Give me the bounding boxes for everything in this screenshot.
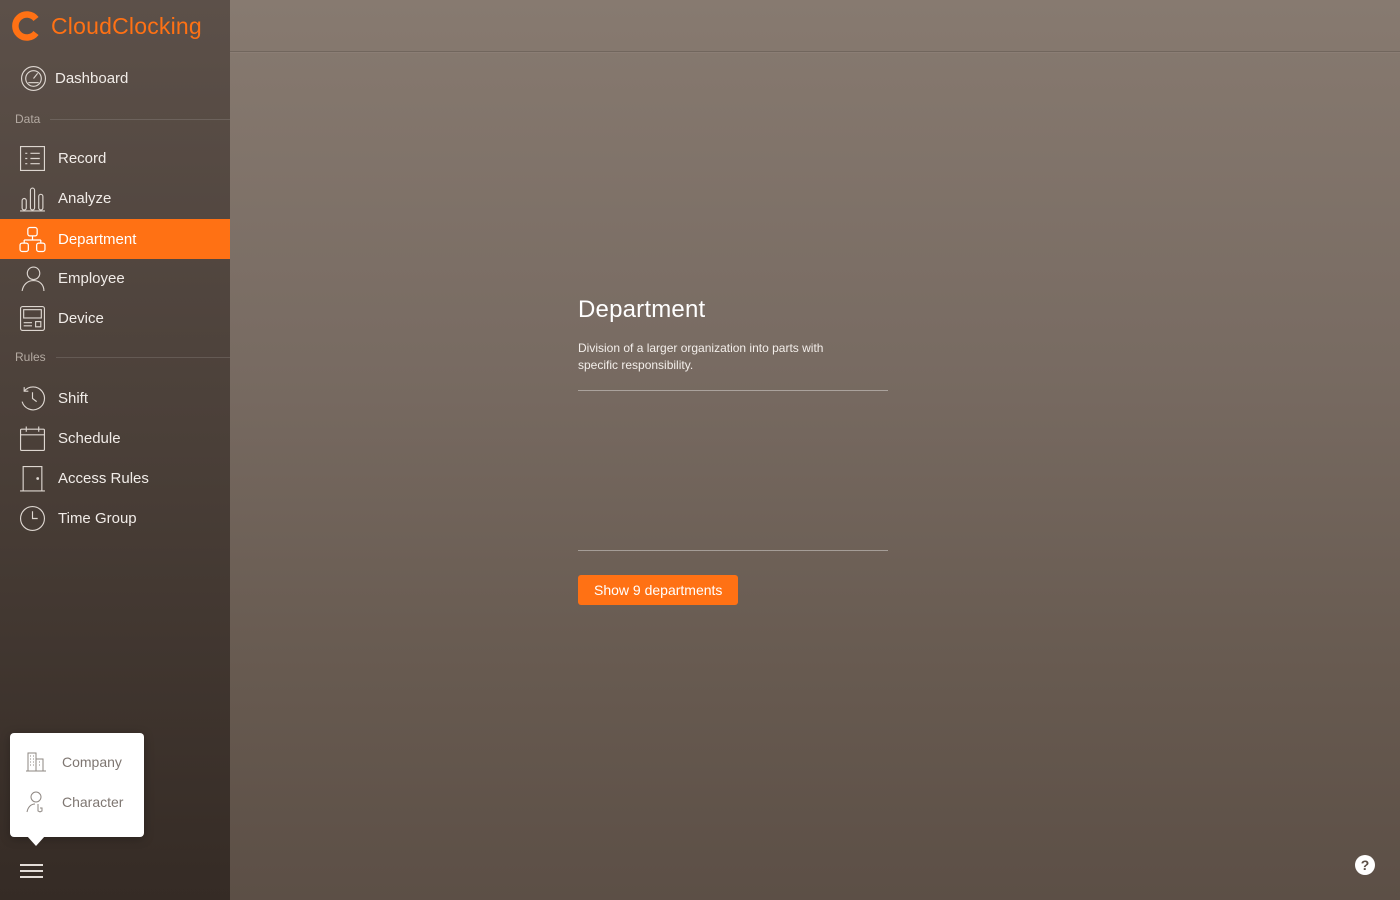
clock-icon [19,505,46,532]
sidebar-item-label: Dashboard [55,69,129,87]
page-title: Department [578,296,706,323]
sidebar-item-dashboard[interactable]: Dashboard [0,58,230,98]
hamburger-line [20,876,43,878]
brand[interactable]: CloudClocking [12,10,202,42]
calendar-icon [19,425,46,452]
sidebar-item-employee[interactable]: Employee [0,258,230,298]
sidebar-item-device[interactable]: Device [0,298,230,338]
dashboard-gauge-icon [20,65,47,92]
hamburger-line [20,864,43,866]
sidebar-item-time-group[interactable]: Time Group [0,498,230,538]
help-icon[interactable]: ? [1355,855,1375,875]
building-icon [26,752,46,772]
sidebar-item-label: Schedule [58,429,121,447]
list-icon [19,145,46,172]
popup-item-label: Company [62,754,122,770]
sidebar-item-shift[interactable]: Shift [0,378,230,418]
sidebar-item-label: Access Rules [58,469,149,487]
sidebar-item-label: Shift [58,389,89,407]
divider-bottom [578,550,888,551]
sidebar: CloudClocking Dashboard Data Record Anal… [0,0,230,900]
sidebar-item-department[interactable]: Department [0,219,230,259]
section-heading-rules: Rules [15,350,230,364]
popup-item-character[interactable]: Character [10,785,144,819]
department-intro: Department Division of a larger organiza… [578,296,888,605]
door-icon [19,465,46,492]
user-key-icon [26,791,43,813]
sidebar-item-label: Record [58,149,107,167]
hamburger-line [20,870,43,872]
org-chart-icon [19,226,46,253]
sidebar-item-label: Analyze [58,189,112,207]
main-content: Department Division of a larger organiza… [230,0,1400,900]
settings-popup-menu: Company Character [10,733,144,846]
show-departments-button[interactable]: Show 9 departments [578,575,739,605]
hamburger-icon[interactable] [20,862,44,880]
top-bar [230,0,1400,52]
shift-clock-icon [19,385,46,412]
sidebar-item-label: Time Group [58,509,137,527]
section-label: Rules [15,350,46,364]
page-description: Division of a larger organization into p… [578,341,824,372]
section-heading-data: Data [15,112,230,126]
sidebar-item-label: Device [58,309,104,327]
sidebar-item-label: Employee [58,269,125,287]
device-icon [19,305,46,332]
person-icon [19,265,46,292]
sidebar-item-access-rules[interactable]: Access Rules [0,458,230,498]
bar-chart-icon [19,185,46,212]
sidebar-item-label: Department [58,230,137,248]
sidebar-item-record[interactable]: Record [0,138,230,178]
divider-top [578,390,888,391]
section-label: Data [15,112,41,126]
sidebar-item-analyze[interactable]: Analyze [0,178,230,218]
popup-item-company[interactable]: Company [10,745,144,779]
popup-item-label: Character [62,794,124,810]
cloudclocking-logo-icon [12,11,39,41]
app-name: CloudClocking [51,12,202,39]
sidebar-item-schedule[interactable]: Schedule [0,418,230,458]
